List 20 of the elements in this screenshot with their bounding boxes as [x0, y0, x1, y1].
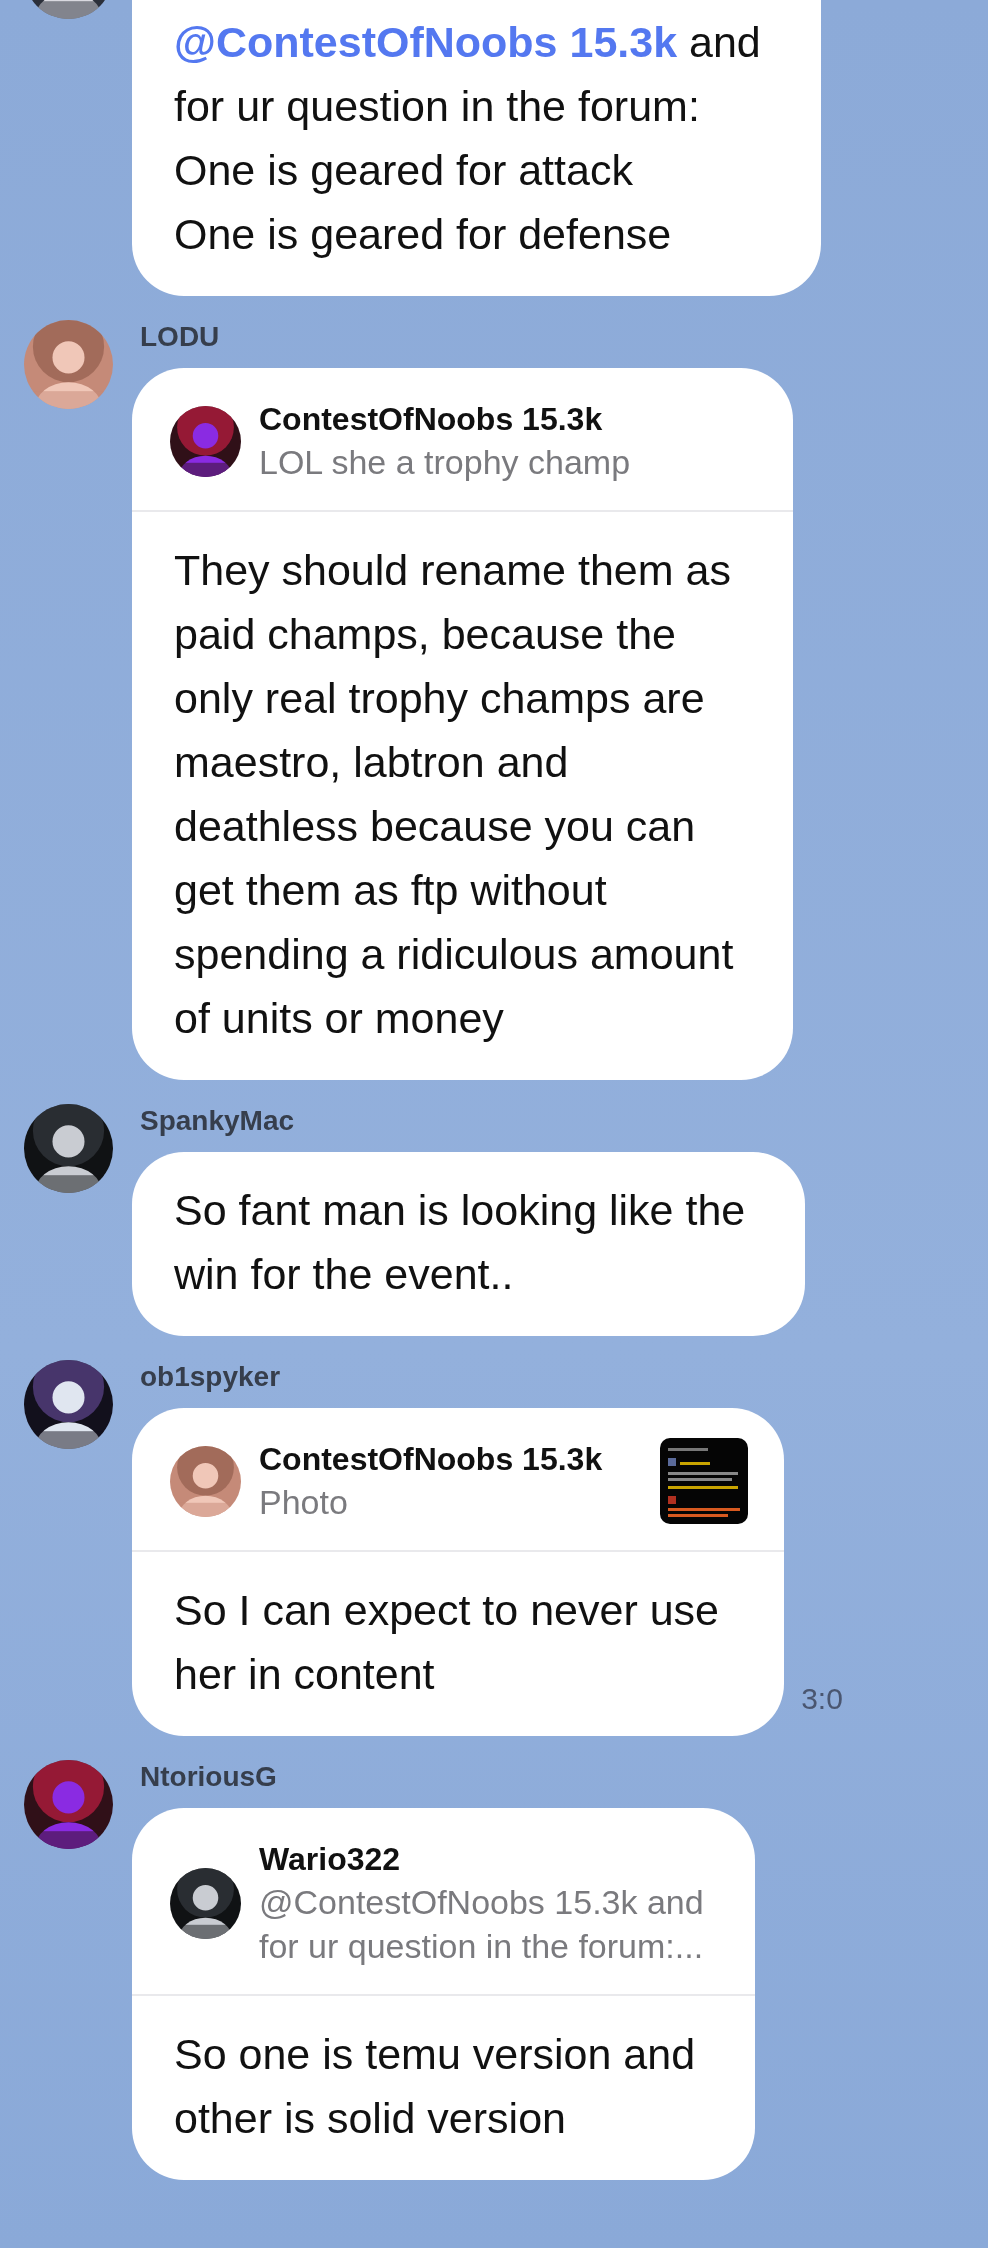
reply-text: @ContestOfNoobs 15.3k and for ur question in the forum:... — [259, 1882, 705, 1967]
message-text: They should rename them as paid champs, because the only real trophy champs are maestro, labtron and deathless because you can get them as ftp without spending a ridiculous amount of units or money — [173, 545, 735, 1044]
message-text: So I can expect to never use her in content — [173, 1585, 720, 1700]
sender-name: NtoriousG — [140, 1760, 277, 1794]
reply-author: ContestOfNoobs 15.3k — [259, 1440, 603, 1479]
reply-text: Photo — [259, 1482, 349, 1523]
reply-preview[interactable]: Wario322 @ContestOfNoobs 15.3k and for ur question in the forum:... — [132, 1808, 756, 1996]
reply-preview[interactable]: ContestOfNoobs 15.3k Photo — [132, 1408, 785, 1552]
reply-text: LOL she a trophy champ — [259, 442, 632, 483]
reply-author: ContestOfNoobs 15.3k — [259, 400, 604, 439]
sender-name: ob1spyker — [140, 1360, 281, 1394]
message-text: So one is temu version and other is solid version — [173, 2029, 697, 2144]
timestamp: 3:0 — [801, 1682, 843, 1716]
message-text: @ContestOfNoobs 15.3k and for ur question in the forum: One is geared for attack One is geared for defense — [173, 17, 762, 260]
reply-author: Wario322 — [259, 1840, 402, 1879]
sender-name: SpankyMac — [140, 1104, 295, 1138]
reply-preview[interactable]: ContestOfNoobs 15.3k LOL she a trophy champ — [132, 368, 794, 512]
message-text: So fant man is looking like the win for the event.. — [173, 1185, 747, 1300]
sender-name: LODU — [140, 320, 220, 354]
mention-link[interactable]: @ContestOfNoobs 15.3k — [174, 18, 678, 66]
